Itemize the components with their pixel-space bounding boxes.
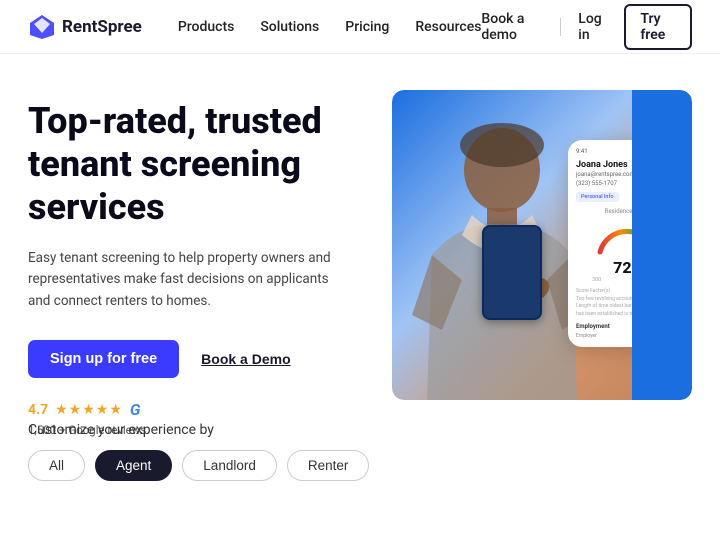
hero-subtitle: Easy tenant screening to help property o… xyxy=(28,248,338,313)
nav-resources[interactable]: Resources xyxy=(415,19,481,35)
phone-tab-personal[interactable]: Personal Info xyxy=(576,192,619,202)
tab-renter[interactable]: Renter xyxy=(287,450,370,481)
rating-score: 4.7 xyxy=(28,402,48,418)
tab-all[interactable]: All xyxy=(28,450,85,481)
hero-cta: Sign up for free Book a Demo xyxy=(28,340,372,378)
tab-agent[interactable]: Agent xyxy=(95,450,172,481)
nav-divider xyxy=(560,18,561,36)
nav-book-demo[interactable]: Book a demo xyxy=(481,11,541,43)
held-phone xyxy=(482,225,542,320)
signup-button[interactable]: Sign up for free xyxy=(28,340,179,378)
filter-tabs: All Agent Landlord Renter xyxy=(28,450,692,481)
nav-right: Book a demo Log in Try free xyxy=(481,4,692,50)
book-demo-button[interactable]: Book a Demo xyxy=(201,351,290,367)
logo-icon xyxy=(28,13,56,41)
logo[interactable]: RentSpree xyxy=(28,13,142,41)
nav-solutions[interactable]: Solutions xyxy=(260,19,319,35)
hero-image: 9:41 ▪▪▪ WiFi 🔋 Joana Jones joana@rentsp… xyxy=(392,90,692,400)
blue-accent xyxy=(632,90,692,400)
nav-links: Products Solutions Pricing Resources xyxy=(178,19,482,35)
hero-section: Top-rated, trusted tenant screening serv… xyxy=(0,54,720,404)
employer-col: Employer xyxy=(576,333,597,339)
google-icon: G xyxy=(130,400,141,419)
logo-text: RentSpree xyxy=(62,17,142,37)
star-icons: ★★★★★ xyxy=(55,402,123,418)
rating-row: 4.7 ★★★★★ G xyxy=(28,400,372,419)
tab-landlord[interactable]: Landlord xyxy=(182,450,277,481)
nav-try-free[interactable]: Try free xyxy=(624,4,692,50)
hero-left: Top-rated, trusted tenant screening serv… xyxy=(28,90,372,438)
hero-title: Top-rated, trusted tenant screening serv… xyxy=(28,100,372,230)
nav-login[interactable]: Log in xyxy=(578,11,606,43)
nav-products[interactable]: Products xyxy=(178,19,235,35)
score-range-low: 300 xyxy=(592,277,601,283)
nav-pricing[interactable]: Pricing xyxy=(345,19,389,35)
phone-time: 9:41 xyxy=(576,148,588,155)
navbar: RentSpree Products Solutions Pricing Res… xyxy=(0,0,720,54)
